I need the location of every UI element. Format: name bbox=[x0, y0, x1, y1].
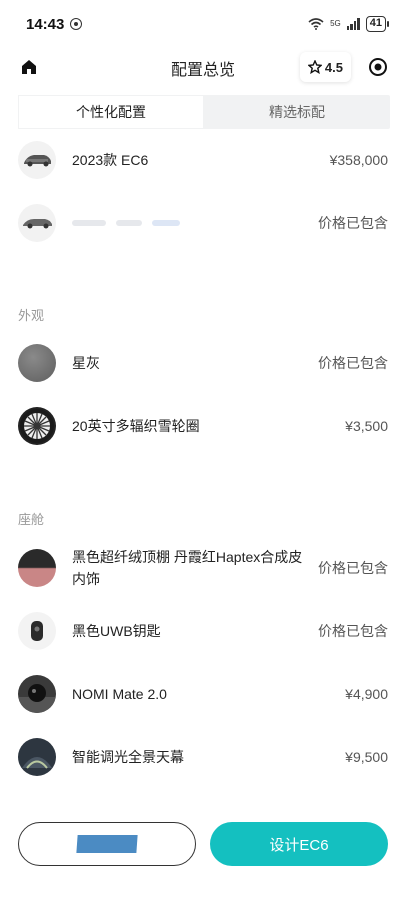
list-item-key[interactable]: 黑色UWB钥匙 价格已包含 bbox=[18, 612, 388, 650]
battery-indicator: 41 bbox=[365, 16, 390, 32]
item-price: ¥3,500 bbox=[345, 418, 388, 434]
design-car-button[interactable]: 设计EC6 bbox=[210, 822, 388, 866]
color-swatch bbox=[18, 344, 56, 382]
item-label-blurred bbox=[72, 220, 308, 226]
nomi-thumbnail bbox=[18, 675, 56, 713]
item-label: 黑色UWB钥匙 bbox=[72, 623, 161, 639]
sunroof-thumbnail bbox=[18, 738, 56, 776]
list-item-wheel[interactable]: 20英寸多辐织雪轮圈 ¥3,500 bbox=[18, 407, 388, 445]
app-notification-icon bbox=[70, 18, 83, 30]
item-price: 价格已包含 bbox=[318, 560, 388, 576]
section-title-exterior: 外观 bbox=[18, 308, 45, 323]
footer-actions: 设计EC6 bbox=[18, 822, 388, 866]
section-title-cabin: 座舱 bbox=[18, 512, 45, 527]
list-item-interior[interactable]: 黑色超纤绒顶棚 丹霞红Haptex合成皮内饰 价格已包含 bbox=[18, 546, 388, 590]
interior-swatch bbox=[18, 549, 56, 587]
list-item-sunroof[interactable]: 智能调光全景天幕 ¥9,500 bbox=[18, 738, 388, 776]
item-price: ¥4,900 bbox=[345, 686, 388, 702]
item-label: 星灰 bbox=[72, 355, 100, 371]
list-item-model[interactable]: 2023款 EC6 ¥358,000 bbox=[18, 141, 388, 179]
nav-bar: 配置总览 4.5 bbox=[0, 48, 406, 88]
item-label: 20英寸多辐织雪轮圈 bbox=[72, 418, 200, 434]
wifi-icon bbox=[308, 18, 324, 30]
list-item-nomi[interactable]: NOMI Mate 2.0 ¥4,900 bbox=[18, 675, 388, 713]
item-price: ¥358,000 bbox=[329, 152, 388, 168]
config-tabs: 个性化配置 精选标配 bbox=[18, 95, 390, 129]
item-label: 2023款 EC6 bbox=[72, 152, 149, 168]
item-price: 价格已包含 bbox=[318, 215, 388, 231]
uwb-key-thumbnail bbox=[18, 612, 56, 650]
item-price: 价格已包含 bbox=[318, 355, 388, 371]
rating-value: 4.5 bbox=[324, 59, 343, 75]
item-label: NOMI Mate 2.0 bbox=[72, 686, 167, 702]
list-item-package[interactable]: 价格已包含 bbox=[18, 204, 388, 242]
tab-featured-standard[interactable]: 精选标配 bbox=[204, 95, 390, 129]
car-package-thumbnail bbox=[18, 204, 56, 242]
item-label: 黑色超纤绒顶棚 丹霞红Haptex合成皮内饰 bbox=[72, 549, 303, 587]
rating-button[interactable]: 4.5 bbox=[299, 52, 351, 82]
item-price: 价格已包含 bbox=[318, 623, 388, 639]
list-item-color[interactable]: 星灰 价格已包含 bbox=[18, 344, 388, 382]
wheel-thumbnail bbox=[18, 407, 56, 445]
car-model-thumbnail bbox=[18, 141, 56, 179]
network-type: 5G bbox=[330, 19, 341, 28]
status-bar: 14:43 5G 41 bbox=[0, 0, 406, 48]
secondary-button[interactable] bbox=[18, 822, 196, 866]
star-icon bbox=[307, 60, 322, 74]
item-label: 智能调光全景天幕 bbox=[72, 749, 184, 765]
redacted-label bbox=[76, 835, 138, 853]
target-icon[interactable] bbox=[368, 57, 388, 77]
item-price: ¥9,500 bbox=[345, 749, 388, 765]
tab-personalized[interactable]: 个性化配置 bbox=[18, 95, 204, 129]
signal-icon bbox=[346, 18, 360, 30]
status-time: 14:43 bbox=[26, 15, 65, 33]
